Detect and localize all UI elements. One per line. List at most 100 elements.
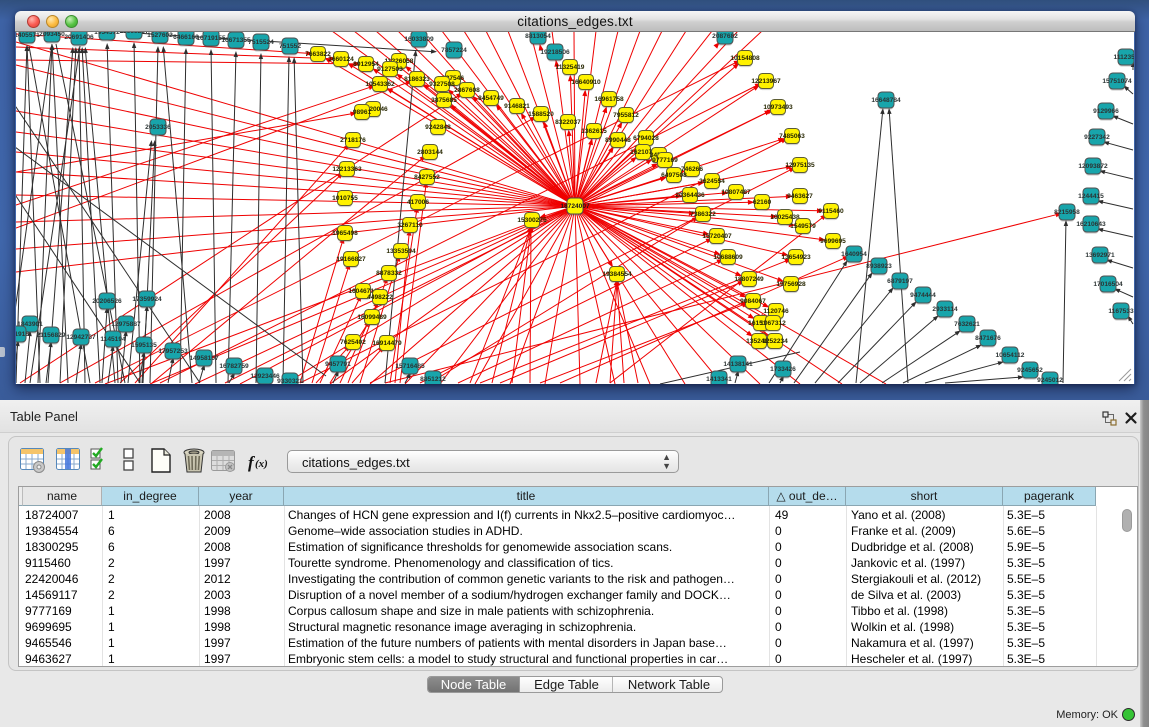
svg-text:1252234: 1252234 bbox=[762, 338, 788, 345]
svg-text:1640954: 1640954 bbox=[841, 251, 867, 258]
svg-text:10654112: 10654112 bbox=[996, 352, 1025, 359]
svg-text:2867608: 2867608 bbox=[454, 87, 480, 94]
svg-text:9245012: 9245012 bbox=[1037, 377, 1063, 384]
svg-text:20206526: 20206526 bbox=[92, 298, 122, 305]
svg-text:9115460: 9115460 bbox=[818, 208, 844, 215]
svg-text:751552: 751552 bbox=[279, 43, 301, 50]
svg-text:8454749: 8454749 bbox=[478, 95, 504, 102]
svg-text:7955812: 7955812 bbox=[613, 112, 639, 119]
svg-text:8990448: 8990448 bbox=[605, 137, 631, 144]
svg-text:2053336: 2053336 bbox=[145, 124, 171, 131]
svg-text:1112354: 1112354 bbox=[1114, 54, 1134, 61]
svg-text:6497508: 6497508 bbox=[661, 172, 687, 179]
svg-text:1362615: 1362615 bbox=[581, 128, 607, 135]
svg-text:15720407: 15720407 bbox=[702, 233, 732, 240]
svg-text:16210643: 16210643 bbox=[1076, 221, 1106, 228]
svg-text:13654923: 13654923 bbox=[781, 254, 811, 261]
svg-text:391918: 391918 bbox=[16, 331, 29, 338]
svg-text:9777169: 9777169 bbox=[652, 157, 678, 164]
svg-text:417006: 417006 bbox=[407, 199, 429, 206]
svg-text:8215958: 8215958 bbox=[1054, 209, 1080, 216]
svg-text:12975887: 12975887 bbox=[111, 321, 141, 328]
svg-text:17957253: 17957253 bbox=[158, 348, 188, 355]
svg-text:14138141: 14138141 bbox=[723, 361, 753, 368]
svg-text:9245652: 9245652 bbox=[1017, 367, 1043, 374]
svg-text:9327508: 9327508 bbox=[429, 81, 455, 88]
svg-text:8912954: 8912954 bbox=[353, 61, 379, 68]
svg-text:1244415: 1244415 bbox=[1078, 193, 1104, 200]
svg-text:19166827: 19166827 bbox=[336, 256, 366, 263]
svg-text:9457791: 9457791 bbox=[325, 361, 351, 368]
svg-text:10653267: 10653267 bbox=[119, 32, 149, 35]
svg-text:12942737: 12942737 bbox=[66, 334, 96, 341]
svg-text:8471676: 8471676 bbox=[975, 335, 1001, 342]
svg-text:6794028: 6794028 bbox=[633, 135, 659, 142]
svg-text:1527602: 1527602 bbox=[147, 32, 173, 39]
svg-text:12975135: 12975135 bbox=[785, 162, 815, 169]
svg-text:1120746: 1120746 bbox=[763, 308, 789, 315]
svg-text:1549579: 1549579 bbox=[790, 223, 816, 230]
svg-text:9463627: 9463627 bbox=[787, 193, 813, 200]
svg-text:2718176: 2718176 bbox=[340, 137, 366, 144]
svg-text:7485063: 7485063 bbox=[779, 133, 805, 140]
svg-text:10807487: 10807487 bbox=[721, 189, 751, 196]
svg-text:9242848: 9242848 bbox=[425, 124, 451, 131]
svg-text:2933114: 2933114 bbox=[932, 306, 958, 313]
svg-text:11325419: 11325419 bbox=[556, 64, 585, 71]
svg-text:16648784: 16648784 bbox=[871, 97, 901, 104]
svg-text:98961: 98961 bbox=[353, 109, 372, 116]
svg-text:1965498: 1965498 bbox=[332, 230, 358, 237]
svg-text:3660124: 3660124 bbox=[328, 56, 354, 63]
svg-text:17016504: 17016504 bbox=[1093, 281, 1123, 288]
svg-text:9129966: 9129966 bbox=[1093, 108, 1119, 115]
svg-text:10688609: 10688609 bbox=[713, 254, 743, 261]
svg-text:8186323: 8186323 bbox=[404, 76, 430, 83]
svg-text:16914479: 16914479 bbox=[372, 340, 402, 347]
svg-text:20364436: 20364436 bbox=[675, 192, 705, 199]
svg-text:7515524: 7515524 bbox=[248, 39, 274, 46]
svg-text:2803144: 2803144 bbox=[417, 149, 443, 156]
svg-text:12213363: 12213363 bbox=[332, 166, 362, 173]
svg-text:17359924: 17359924 bbox=[132, 296, 162, 303]
svg-text:3267110: 3267110 bbox=[397, 222, 423, 229]
svg-text:16099489: 16099489 bbox=[357, 314, 387, 321]
svg-text:7857224: 7857224 bbox=[441, 47, 467, 54]
svg-text:16640910: 16640910 bbox=[571, 79, 601, 86]
svg-text:7625402: 7625402 bbox=[340, 339, 366, 346]
svg-text:15300275: 15300275 bbox=[517, 217, 547, 224]
svg-text:1595135: 1595135 bbox=[131, 342, 157, 349]
svg-text:2093450: 2093450 bbox=[39, 32, 65, 38]
svg-text:6466160: 6466160 bbox=[173, 34, 199, 41]
svg-text:8427552: 8427552 bbox=[414, 174, 440, 181]
svg-text:10543362: 10543362 bbox=[365, 81, 395, 88]
svg-text:1588520: 1588520 bbox=[528, 111, 554, 118]
svg-text:9084067: 9084067 bbox=[740, 298, 766, 305]
svg-text:1413341: 1413341 bbox=[706, 376, 732, 383]
svg-text:9227342: 9227342 bbox=[1084, 134, 1110, 141]
svg-text:8322037: 8322037 bbox=[555, 119, 581, 126]
svg-text:13353594: 13353594 bbox=[386, 248, 416, 255]
svg-text:1010755: 1010755 bbox=[332, 195, 358, 202]
svg-text:1733426: 1733426 bbox=[770, 366, 796, 373]
svg-text:1934572: 1934572 bbox=[94, 32, 120, 36]
svg-text:21156829: 21156829 bbox=[37, 332, 66, 339]
svg-text:12093872: 12093872 bbox=[1078, 163, 1108, 170]
svg-text:6879197: 6879197 bbox=[887, 278, 913, 285]
svg-text:8813054: 8813054 bbox=[525, 33, 551, 40]
svg-text:7632621: 7632621 bbox=[954, 321, 980, 328]
svg-text:16033809: 16033809 bbox=[404, 36, 434, 43]
svg-text:2087682: 2087682 bbox=[712, 33, 738, 40]
svg-text:20691406: 20691406 bbox=[64, 34, 94, 41]
svg-text:16671355: 16671355 bbox=[221, 37, 251, 44]
svg-text:16961758: 16961758 bbox=[594, 96, 624, 103]
svg-text:8938923: 8938923 bbox=[866, 263, 892, 270]
svg-text:10973493: 10973493 bbox=[763, 104, 793, 111]
svg-text:9699695: 9699695 bbox=[820, 238, 846, 245]
svg-text:7386322: 7386322 bbox=[690, 211, 716, 218]
svg-text:1167533: 1167533 bbox=[1108, 308, 1134, 315]
svg-text:1405571: 1405571 bbox=[16, 32, 40, 39]
svg-text:12213967: 12213967 bbox=[751, 78, 781, 85]
svg-text:3624554: 3624554 bbox=[699, 178, 725, 185]
svg-text:(x): (x) bbox=[255, 458, 268, 470]
svg-text:16782759: 16782759 bbox=[219, 363, 249, 370]
